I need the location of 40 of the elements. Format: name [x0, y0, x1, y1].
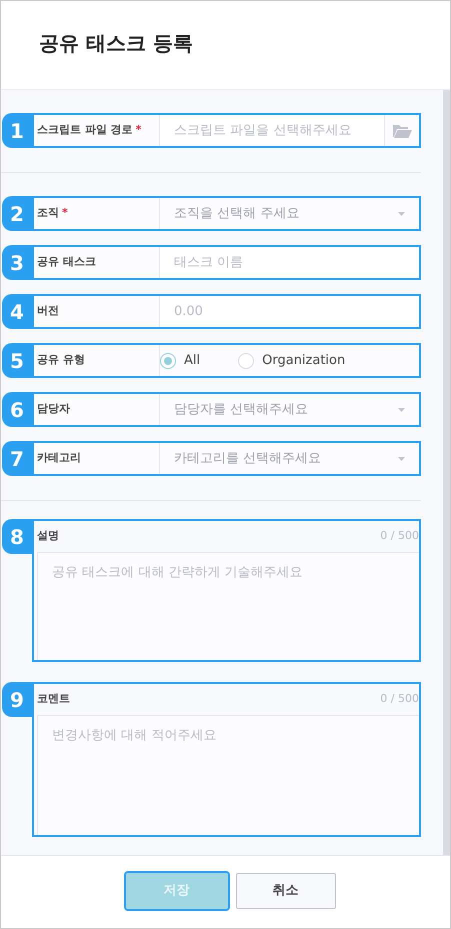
field-label: 공유 태스크 [37, 254, 96, 270]
dropdown-caret-icon [398, 408, 405, 412]
field-label: 버전 [37, 303, 59, 320]
folder-icon [392, 124, 412, 138]
step-number-badge: 9 [2, 682, 32, 717]
textarea-field[interactable]: 변경사항에 대해 적어주세요 [37, 715, 419, 835]
file-path-field[interactable]: 스크립트 파일을 선택해주세요 [160, 115, 384, 146]
field-label: 설명 [37, 528, 59, 544]
radio-option[interactable]: Organization [238, 350, 346, 370]
field-label: 스크립트 파일 경로 [37, 122, 133, 138]
character-counter: 0 / 500 [380, 691, 419, 708]
field-label: 조직 [37, 205, 59, 222]
required-mark: * [136, 122, 142, 138]
select-field[interactable]: 담당자를 선택해주세요 [160, 394, 419, 425]
select-field[interactable]: 카테고리를 선택해주세요 [160, 443, 419, 474]
step-number-badge: 5 [2, 343, 32, 378]
step-number-badge: 3 [2, 245, 32, 280]
step-number-badge: 7 [2, 441, 32, 476]
select-field[interactable]: 조직을 선택해 주세요 [160, 198, 419, 229]
text-field[interactable]: 태스크 이름 [160, 247, 419, 278]
text-field[interactable]: 0.00 [160, 296, 419, 327]
dropdown-caret-icon [398, 212, 405, 216]
step-number-badge: 6 [2, 392, 32, 427]
field-label: 카테고리 [37, 450, 81, 466]
required-mark: * [62, 205, 68, 222]
field-label: 담당자 [37, 401, 70, 418]
field-label: 공유 유형 [37, 352, 85, 368]
step-number-badge: 4 [2, 294, 32, 329]
radio-option[interactable]: All [160, 350, 200, 370]
character-counter: 0 / 500 [380, 528, 419, 544]
cancel-button[interactable]: 취소 [236, 873, 336, 909]
textarea-field[interactable]: 공유 태스크에 대해 간략하게 기술해주세요 [37, 552, 419, 660]
dialog-title: 공유 태스크 등록 [39, 31, 194, 55]
dropdown-caret-icon [398, 456, 405, 460]
step-number-badge: 2 [2, 196, 32, 231]
browse-button[interactable] [384, 115, 419, 146]
scrollbar[interactable] [443, 90, 450, 855]
step-number-badge: 8 [2, 519, 32, 554]
field-label: 코멘트 [37, 691, 70, 708]
step-number-badge: 1 [2, 113, 32, 148]
